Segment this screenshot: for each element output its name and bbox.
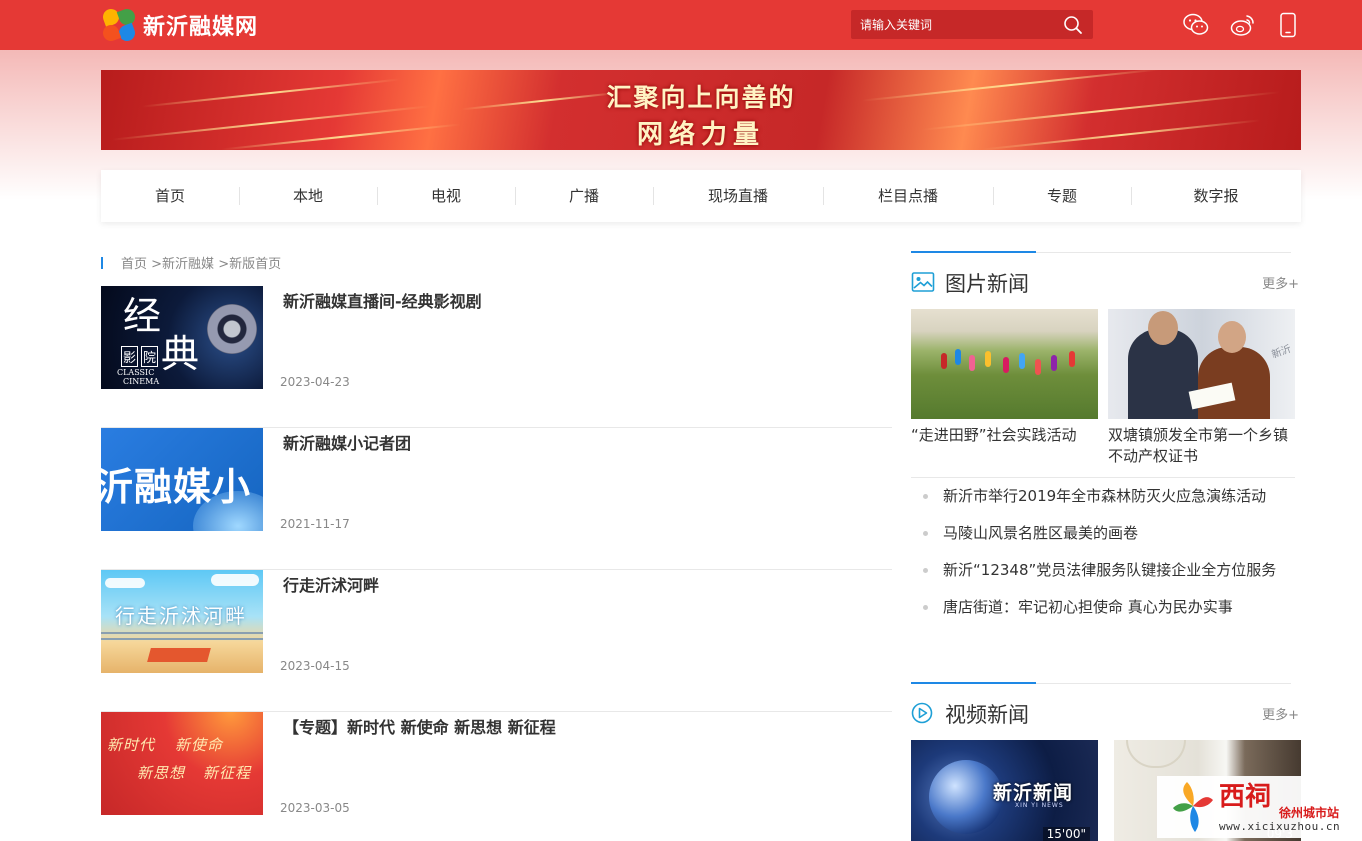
search-icon[interactable] (1063, 15, 1083, 35)
article-title[interactable]: 行走沂沭河畔 (283, 572, 379, 596)
article-thumbnail[interactable]: 经 典 影 院 CLASSIC CINEMA (101, 286, 263, 389)
list-item[interactable]: 马陵山风景名胜区最美的画卷 (921, 515, 1299, 552)
breadcrumb-current: >新版首页 (218, 257, 282, 272)
pinwheel-logo-icon (1173, 782, 1213, 832)
banner-title-line2: 网络力量 (636, 120, 765, 150)
breadcrumb-home[interactable]: 首页 (121, 253, 147, 272)
article-thumbnail[interactable]: 行走沂沭河畔 (101, 570, 263, 673)
search-box (851, 10, 1093, 39)
article-date: 2023-04-23 (280, 375, 350, 389)
globe-icon (929, 760, 1003, 834)
article-title[interactable]: 【专题】新时代 新使命 新思想 新征程 (283, 714, 556, 738)
logo-pinwheel-icon (100, 6, 138, 44)
watermark-url: www.xicixuzhou.cn (1219, 820, 1341, 833)
watermark-brand: 西祠 (1219, 782, 1272, 812)
list-item[interactable]: 新沂市举行2019年全市森林防灭火应急演练活动 (921, 478, 1299, 515)
picture-news-card[interactable]: “走进田野”社会实践活动 (911, 309, 1098, 446)
nav-item-local[interactable]: 本地 (239, 170, 377, 222)
article-date: 2023-03-05 (280, 801, 350, 815)
mobile-icon[interactable] (1274, 11, 1302, 39)
nav-item-topics[interactable]: 专题 (993, 170, 1131, 222)
watermark: 西祠 徐州城市站 www.xicixuzhou.cn (1157, 776, 1357, 838)
video-news-header: 视频新闻 更多+ (911, 699, 1301, 727)
breadcrumb-marker (101, 256, 103, 269)
article-title[interactable]: 新沂融媒直播间-经典影视剧 (283, 288, 482, 312)
picture-news-caption[interactable]: 双塘镇颁发全市第一个乡镇不动产权证书 (1108, 425, 1295, 467)
watermark-city: 徐州城市站 (1279, 806, 1340, 820)
site-logo[interactable]: 新沂融媒网 (100, 6, 259, 44)
picture-icon (911, 272, 935, 292)
article-title[interactable]: 新沂融媒小记者团 (283, 430, 411, 454)
article-item[interactable]: 沂融媒小 新沂融媒小记者团 2021-11-17 (101, 428, 892, 570)
section-title: 图片新闻 (945, 272, 1029, 296)
nav-item-tv[interactable]: 电视 (377, 170, 515, 222)
nav-item-live[interactable]: 现场直播 (653, 170, 823, 222)
breadcrumb-section[interactable]: >新沂融媒 (151, 253, 214, 272)
site-name: 新沂融媒网 (143, 15, 259, 40)
article-thumbnail[interactable]: 沂融媒小 (101, 428, 263, 531)
nav-item-radio[interactable]: 广播 (515, 170, 653, 222)
video-overlay-title: 新沂新闻 (993, 782, 1074, 804)
banner-title-line1: 汇聚向上向善的 (606, 83, 796, 112)
list-item[interactable]: 唐店街道：牢记初心担使命 真心为民办实事 (921, 589, 1299, 626)
nav-item-vod[interactable]: 栏目点播 (823, 170, 993, 222)
search-input[interactable] (860, 17, 1050, 32)
picture-news-header: 图片新闻 更多+ (911, 268, 1301, 296)
top-header: 新沂融媒网 (0, 0, 1362, 50)
article-item[interactable]: 新时代 新使命 新思想 新征程 【专题】新时代 新使命 新思想 新征程 2023… (101, 712, 892, 841)
top-banner[interactable]: 汇聚向上向善的 网络力量 (101, 70, 1301, 150)
picture-news-list: 新沂市举行2019年全市森林防灭火应急演练活动 马陵山风景名胜区最美的画卷 新沂… (921, 478, 1299, 626)
more-link[interactable]: 更多+ (1262, 704, 1299, 723)
picture-news-image[interactable]: 新沂 (1108, 309, 1295, 419)
nav-item-digital-paper[interactable]: 数字报 (1131, 170, 1301, 222)
list-item[interactable]: 新沂“12348”党员法律服务队键接企业全方位服务 (921, 552, 1299, 589)
more-link[interactable]: 更多+ (1262, 273, 1299, 292)
play-circle-icon (911, 702, 933, 724)
picture-news-caption[interactable]: “走进田野”社会实践活动 (911, 425, 1098, 446)
nav-item-home[interactable]: 首页 (101, 170, 239, 222)
article-date: 2023-04-15 (280, 659, 350, 673)
main-nav: 首页 本地 电视 广播 现场直播 栏目点播 专题 数字报 (101, 170, 1301, 222)
section-divider (911, 682, 1291, 684)
section-title: 视频新闻 (945, 703, 1029, 727)
video-overlay-subtitle: XIN YI NEWS (1015, 802, 1064, 809)
article-item[interactable]: 行走沂沭河畔 行走沂沭河畔 2023-04-15 (101, 570, 892, 712)
weibo-icon[interactable] (1229, 11, 1257, 39)
video-news-card[interactable]: 新沂新闻 XIN YI NEWS 15'00" (911, 740, 1098, 841)
picture-news-image[interactable] (911, 309, 1098, 419)
article-thumbnail[interactable]: 新时代 新使命 新思想 新征程 (101, 712, 263, 815)
wechat-icon[interactable] (1182, 11, 1210, 39)
picture-news-card[interactable]: 新沂 双塘镇颁发全市第一个乡镇不动产权证书 (1108, 309, 1295, 467)
article-date: 2021-11-17 (280, 517, 350, 531)
breadcrumb: 首页 >新沂融媒 >新版首页 (101, 253, 281, 272)
video-duration: 15'00" (1042, 827, 1090, 841)
section-divider (911, 251, 1291, 253)
film-reel-icon (207, 304, 257, 354)
article-item[interactable]: 经 典 影 院 CLASSIC CINEMA 新沂融媒直播间-经典影视剧 202… (101, 286, 892, 428)
